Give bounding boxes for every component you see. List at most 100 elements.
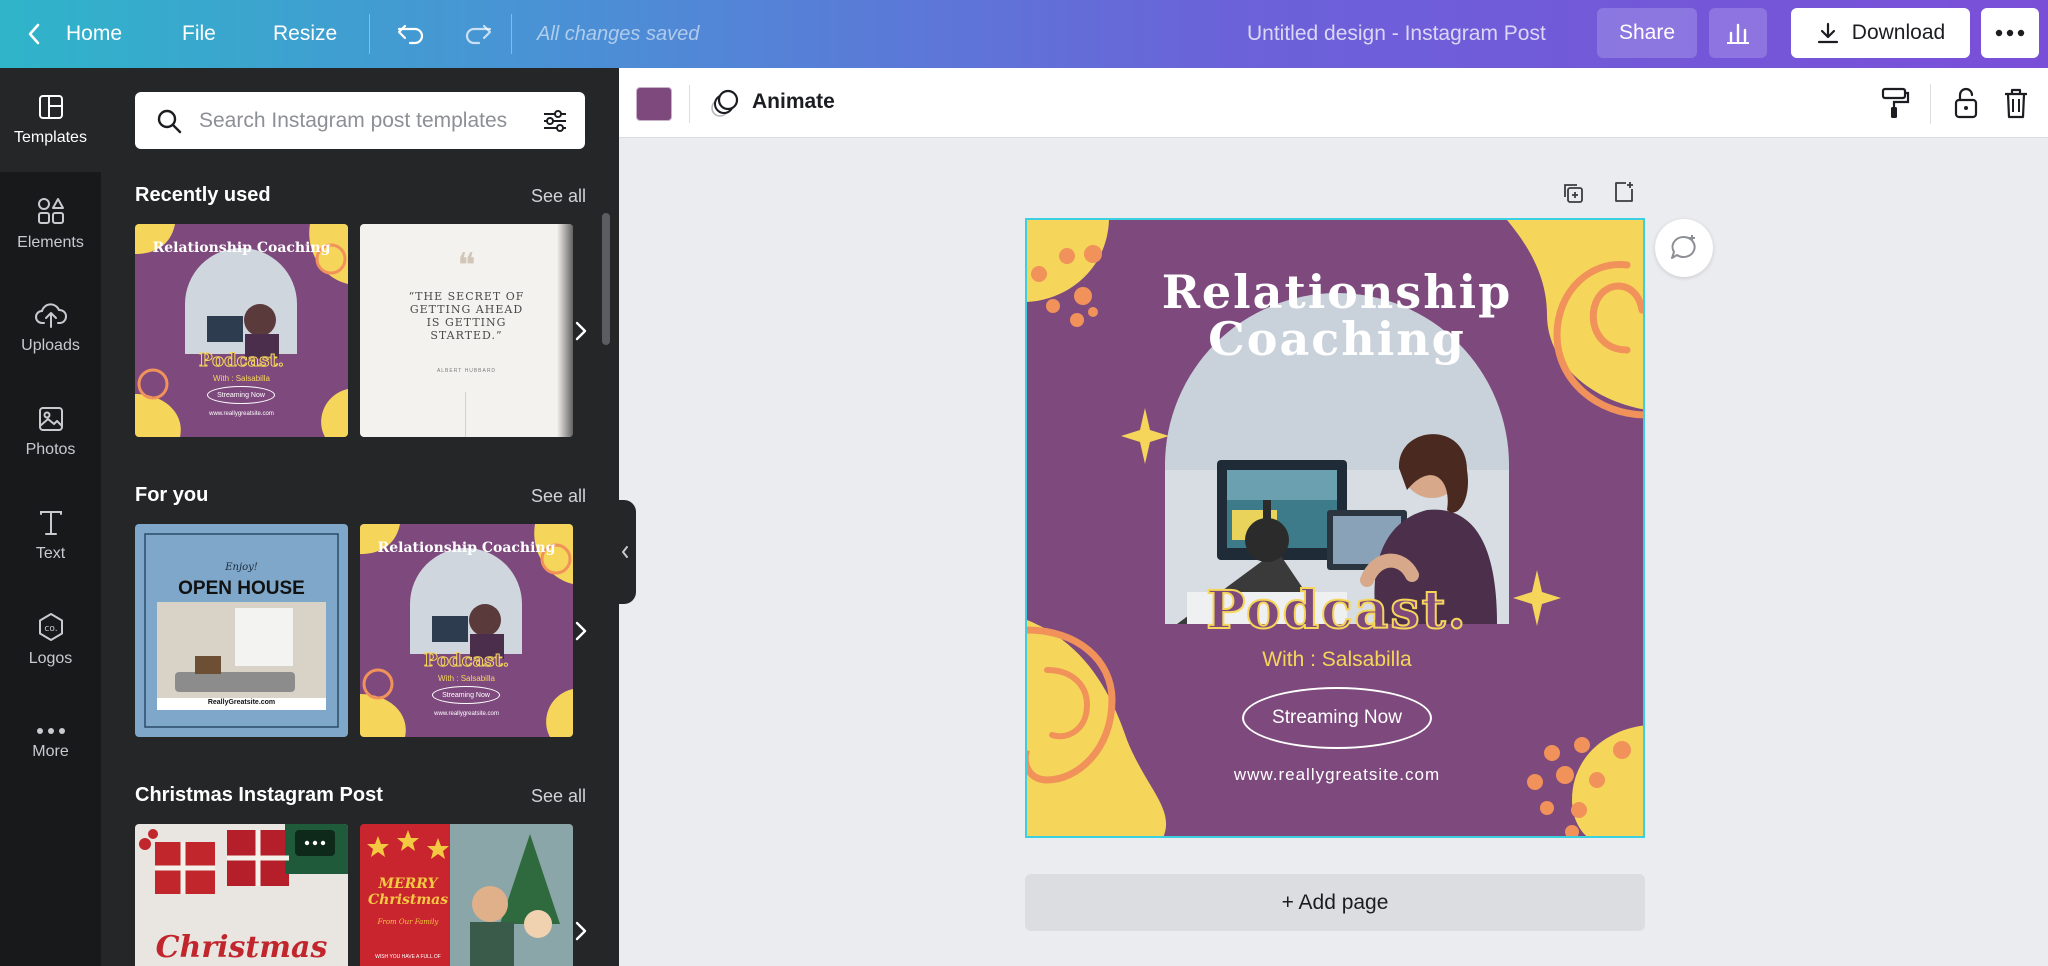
comment-icon	[1671, 235, 1696, 259]
see-all-link[interactable]: See all	[531, 786, 586, 807]
templates-icon	[38, 95, 63, 119]
add-page-icon[interactable]	[1612, 180, 1636, 204]
template-thumb[interactable]: Relationship Coaching Podcast. With : Sa…	[360, 524, 573, 737]
thumb-url: www.reallygreatsite.com	[434, 711, 499, 717]
thumb-title: Relationship Coaching	[152, 240, 331, 256]
thumb-quote: “THE SECRET OF GETTING AHEAD IS GETTING …	[408, 290, 525, 342]
rail-item-elements[interactable]: Elements	[0, 172, 101, 276]
bar-chart-icon	[1727, 23, 1749, 44]
section-title: For you	[135, 484, 209, 506]
thumb-podcast: Podcast.	[424, 650, 510, 672]
thumb-with: With : Salsabilla	[213, 374, 270, 383]
uploads-icon	[34, 303, 67, 328]
add-page-button[interactable]: + Add page	[1025, 874, 1645, 931]
templates-panel: Search Instagram post templates Recently…	[101, 68, 619, 966]
chevron-right-icon[interactable]	[566, 311, 596, 351]
template-thumb[interactable]: Christmas	[135, 824, 348, 966]
share-button[interactable]: Share	[1597, 8, 1697, 58]
thumb-author: ALBERT HUBBARD	[436, 368, 497, 374]
chevron-right-icon[interactable]	[566, 611, 596, 651]
rail-label: Elements	[17, 234, 84, 251]
rail-label: Templates	[14, 129, 87, 146]
animate-icon[interactable]	[708, 88, 742, 120]
more-icon	[36, 728, 65, 734]
thumb-foot: WISH YOU HAVE A FULL OF	[375, 954, 441, 960]
see-all-link[interactable]: See all	[531, 486, 586, 507]
trash-icon[interactable]	[2003, 86, 2029, 120]
file-menu[interactable]: File	[182, 0, 216, 68]
unlock-icon[interactable]	[1953, 86, 1979, 120]
thumb-stream: Streaming Now	[432, 686, 500, 704]
rail-item-more[interactable]: More	[0, 692, 101, 796]
redo-icon[interactable]	[463, 0, 493, 68]
thumb-title: MERRY Christmas	[368, 876, 449, 908]
rail-label: Photos	[25, 441, 76, 458]
rail-item-photos[interactable]: Photos	[0, 380, 101, 484]
more-options-button[interactable]	[1981, 8, 2039, 58]
thumb-script: Enjoy!	[225, 562, 258, 573]
design-podcast-text[interactable]: Podcast.	[1027, 579, 1643, 642]
insights-button[interactable]	[1709, 8, 1767, 58]
toolbar-divider	[369, 14, 370, 54]
rail-label: Logos	[28, 650, 73, 667]
thumb-title: OPEN HOUSE	[178, 578, 305, 599]
rail-label: Text	[35, 545, 66, 562]
undo-icon[interactable]	[396, 0, 426, 68]
template-thumb[interactable]: ❝ “THE SECRET OF GETTING AHEAD IS GETTIN…	[360, 224, 573, 437]
search-box[interactable]: Search Instagram post templates	[135, 92, 585, 149]
template-thumb[interactable]: Enjoy! OPEN HOUSE ReallyGreatsite.com	[135, 524, 348, 737]
filter-icon[interactable]	[541, 107, 569, 135]
top-bar: Home File Resize All changes saved Untit…	[0, 0, 2048, 68]
quote-mark-icon: ❝	[457, 246, 476, 286]
home-button[interactable]: Home	[66, 0, 122, 68]
photos-icon	[38, 407, 63, 431]
design-streaming-badge[interactable]: Streaming Now	[1242, 687, 1432, 749]
rail-item-templates[interactable]: Templates	[0, 68, 101, 172]
panel-scrollbar[interactable]	[602, 213, 610, 345]
chevron-right-icon[interactable]	[566, 911, 596, 951]
design-title-line1[interactable]: Relationship	[1027, 265, 1643, 319]
save-status: All changes saved	[537, 22, 700, 45]
ellipsis-icon	[1995, 29, 2025, 37]
rail-label: More	[32, 743, 69, 760]
chevron-left-icon	[622, 546, 628, 558]
thumb-options-icon[interactable]	[295, 830, 335, 856]
template-thumb[interactable]: Relationship Coaching Podcast. With : Sa…	[135, 224, 348, 437]
download-button[interactable]: Download	[1791, 8, 1970, 58]
design-with-text[interactable]: With : Salsabilla	[1027, 648, 1643, 672]
thumb-podcast: Podcast.	[199, 350, 285, 372]
rail-item-uploads[interactable]: Uploads	[0, 276, 101, 380]
back-chevron-icon[interactable]	[26, 0, 42, 68]
rail-label: Uploads	[21, 337, 80, 354]
thumb-title: Relationship Coaching	[377, 540, 556, 556]
thumb-url: ReallyGreatsite.com	[207, 699, 276, 706]
rail-item-text[interactable]: Text	[0, 484, 101, 588]
add-comment-button[interactable]	[1655, 219, 1713, 277]
search-input[interactable]: Search Instagram post templates	[199, 109, 507, 133]
section-title: Christmas Instagram Post	[135, 784, 383, 806]
duplicate-page-icon[interactable]	[1561, 181, 1585, 205]
resize-button[interactable]: Resize	[273, 0, 337, 68]
thumb-script: Christmas	[155, 930, 328, 965]
elements-icon	[37, 198, 64, 224]
design-canvas[interactable]: Relationship Coaching Podcast. With : Sa…	[1025, 218, 1645, 838]
thumb-rule	[465, 392, 466, 437]
svg-text:co.: co.	[44, 624, 57, 634]
animate-button[interactable]: Animate	[752, 90, 835, 114]
design-title-line2[interactable]: Coaching	[1027, 312, 1643, 366]
thumb-stream: Streaming Now	[207, 386, 275, 404]
see-all-link[interactable]: See all	[531, 186, 586, 207]
rail-item-logos[interactable]: co. Logos	[0, 588, 101, 692]
toolbar-divider	[511, 14, 512, 54]
design-url-text[interactable]: www.reallygreatsite.com	[1027, 765, 1643, 785]
thumb-url: www.reallygreatsite.com	[209, 411, 274, 417]
color-swatch[interactable]	[636, 87, 672, 121]
paint-roller-icon[interactable]	[1880, 86, 1910, 120]
toolbar-divider	[689, 85, 690, 123]
design-title[interactable]: Untitled design - Instagram Post	[1247, 0, 1546, 68]
collapse-panel-button[interactable]	[614, 500, 636, 604]
toolbar-divider	[1930, 84, 1931, 124]
search-icon	[157, 109, 182, 134]
download-icon	[1817, 22, 1838, 44]
template-thumb[interactable]: MERRY Christmas From Our Family WISH YOU…	[360, 824, 573, 966]
